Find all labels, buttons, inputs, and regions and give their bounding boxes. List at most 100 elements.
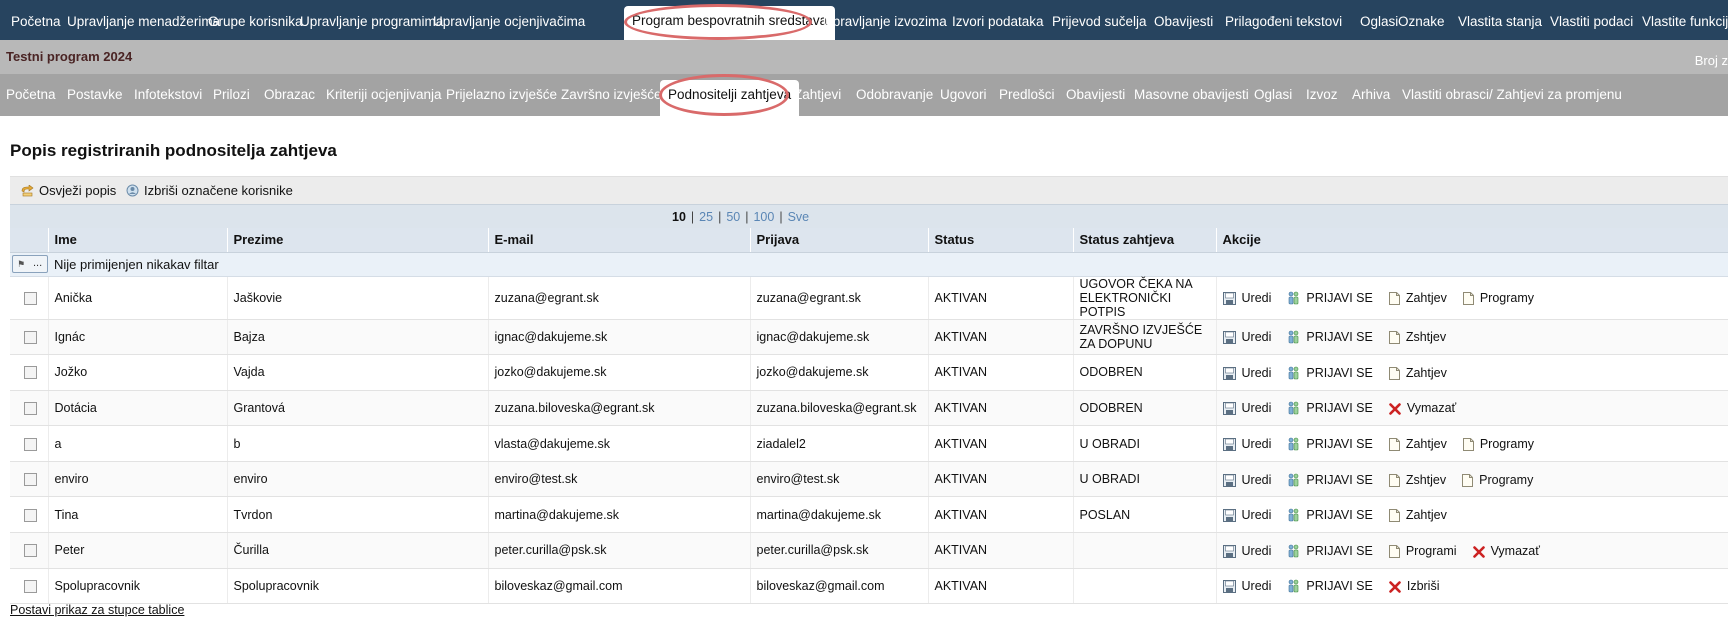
document-action[interactable]: Programi bbox=[1388, 544, 1457, 558]
delete-action[interactable]: Izbriši bbox=[1389, 579, 1440, 593]
edit-action[interactable]: Uredi bbox=[1222, 401, 1271, 416]
table-columns-settings-link[interactable]: Postavi prikaz za stupce tablice bbox=[10, 603, 184, 617]
subnav-arhiva[interactable]: Arhiva bbox=[1346, 82, 1396, 108]
table-row[interactable]: Jožko Vajda jozko@dakujeme.sk jozko@dakujem… bbox=[10, 354, 1728, 391]
column-header-status-zahtjeva[interactable]: Status zahtjeva bbox=[1073, 228, 1217, 253]
subnav-pocetna[interactable]: Početna bbox=[0, 82, 62, 108]
document-action[interactable]: Zahtjev bbox=[1388, 365, 1447, 380]
table-row[interactable]: Anička Jaškovie zuzana@egrant.sk zuzana@egr… bbox=[10, 276, 1728, 320]
edit-action[interactable]: Uredi bbox=[1222, 508, 1271, 523]
row-checkbox[interactable] bbox=[24, 544, 37, 558]
subnav-masovne-obavijesti[interactable]: Masovne obavijesti bbox=[1128, 82, 1255, 108]
table-row[interactable]: Dotácia Grantová zuzana.biloveska@egrant.s… bbox=[10, 390, 1728, 427]
subnav-zavrsno-izvjesce[interactable]: Završno izvješće bbox=[555, 82, 668, 108]
page-size-all[interactable]: Sve bbox=[788, 210, 810, 224]
document-icon bbox=[1388, 366, 1406, 380]
top-nav-program-bespovratnih-sredstava[interactable]: Program bespovratnih sredstava bbox=[624, 6, 836, 40]
subnav-obavijesti[interactable]: Obavijesti bbox=[1060, 82, 1131, 108]
subnav-vlastiti-obrasci[interactable]: Vlastiti obrasci/ Zahtjevi za promjenu bbox=[1396, 82, 1628, 108]
table-row[interactable]: enviro enviro enviro@test.sk enviro@test.sk… bbox=[10, 461, 1728, 498]
row-checkbox[interactable] bbox=[24, 366, 37, 380]
table-row[interactable]: Peter Čurilla peter.curilla@psk.sk peter.cu… bbox=[10, 532, 1728, 569]
page-size-25[interactable]: 25 bbox=[699, 210, 713, 224]
document-icon bbox=[1388, 330, 1406, 345]
login-as-action[interactable]: PRIJAVI SE bbox=[1287, 473, 1373, 487]
login-as-action[interactable]: PRIJAVI SE bbox=[1287, 508, 1373, 522]
edit-action[interactable]: Uredi bbox=[1222, 330, 1271, 345]
top-nav-oznake[interactable]: Oznake bbox=[1390, 8, 1453, 35]
subnav-ugovori[interactable]: Ugovori bbox=[934, 82, 993, 108]
top-nav-upravljanje-izvozima[interactable]: Upravljanje izvozima bbox=[815, 8, 955, 35]
subnav-kriteriji-ocjenjivanja[interactable]: Kriteriji ocjenjivanja bbox=[320, 82, 448, 108]
subnav-izvoz[interactable]: Izvoz bbox=[1300, 82, 1344, 108]
login-as-action[interactable]: PRIJAVI SE bbox=[1287, 579, 1373, 593]
action-label: PRIJAVI SE bbox=[1306, 330, 1373, 345]
document-action[interactable]: Zshtjev bbox=[1388, 330, 1446, 345]
page-size-50[interactable]: 50 bbox=[726, 210, 740, 224]
top-nav-obavijesti[interactable]: Obavijesti bbox=[1146, 8, 1221, 35]
top-nav-vlastiti-podaci[interactable]: Vlastiti podaci bbox=[1542, 8, 1641, 35]
row-checkbox[interactable] bbox=[24, 437, 37, 451]
subnav-odobravanje[interactable]: Odobravanje bbox=[850, 82, 939, 108]
table-row[interactable]: a b vlasta@dakujeme.sk ziadalel2 AKTIVAN U OB… bbox=[10, 425, 1728, 462]
document-action[interactable]: Zahtjev bbox=[1388, 437, 1447, 451]
column-header-ime[interactable]: Ime bbox=[48, 228, 228, 253]
edit-action[interactable]: Uredi bbox=[1222, 544, 1271, 558]
login-as-action[interactable]: PRIJAVI SE bbox=[1287, 291, 1373, 305]
top-nav-upravljanje-ocjenjivacima[interactable]: Upravljanje ocjenjivačima bbox=[425, 8, 593, 35]
edit-action[interactable]: Uredi bbox=[1222, 437, 1271, 451]
table-row[interactable]: Tina Tvrdon martina@dakujeme.sk martina@dak… bbox=[10, 496, 1728, 534]
edit-action[interactable]: Uredi bbox=[1222, 473, 1271, 487]
filter-button[interactable]: ⚑ ... bbox=[12, 255, 48, 273]
document-action[interactable]: Programy bbox=[1462, 437, 1534, 451]
delete-selected-users-button[interactable]: Izbriši označene korisnike bbox=[126, 183, 293, 200]
login-as-action[interactable]: PRIJAVI SE bbox=[1287, 366, 1373, 380]
subnav-prilozi[interactable]: Prilozi bbox=[207, 82, 256, 108]
top-nav-izvori-podataka[interactable]: Izvori podataka bbox=[944, 8, 1052, 35]
column-header-prezime[interactable]: Prezime bbox=[227, 228, 489, 253]
document-action[interactable]: Zahtjev bbox=[1388, 291, 1447, 305]
refresh-list-button[interactable]: Osvježi popis bbox=[20, 183, 116, 200]
document-action[interactable]: Programy bbox=[1462, 473, 1533, 487]
login-as-action[interactable]: PRIJAVI SE bbox=[1287, 437, 1373, 451]
row-checkbox[interactable] bbox=[24, 473, 37, 487]
edit-action[interactable]: Uredi bbox=[1222, 366, 1271, 380]
subnav-obrazac[interactable]: Obrazac bbox=[258, 82, 321, 108]
table-row[interactable]: Spolupracovnik Spolupracovnik biloveskaz@g… bbox=[10, 568, 1728, 605]
top-nav-prijevod-sucelja[interactable]: Prijevod sučelja bbox=[1044, 8, 1155, 35]
row-checkbox[interactable] bbox=[24, 580, 37, 594]
cell-email: martina@dakujeme.sk bbox=[488, 496, 751, 534]
top-nav-vlastita-stanja[interactable]: Vlastita stanja bbox=[1450, 8, 1550, 35]
subnav-predlosci[interactable]: Predlošci bbox=[993, 82, 1061, 108]
delete-action[interactable]: Vymazať bbox=[1472, 544, 1540, 558]
document-action[interactable]: Zahtjev bbox=[1388, 508, 1447, 523]
login-as-action[interactable]: PRIJAVI SE bbox=[1287, 544, 1373, 558]
subnav-postavke[interactable]: Postavke bbox=[61, 82, 129, 108]
column-header-prijava[interactable]: Prijava bbox=[750, 228, 929, 253]
edit-action[interactable]: Uredi bbox=[1222, 291, 1271, 305]
column-header-status[interactable]: Status bbox=[928, 228, 1074, 253]
document-action[interactable]: Zshtjev bbox=[1388, 473, 1446, 487]
action-label: Zahtjev bbox=[1405, 365, 1447, 380]
top-nav-vlastite-funkcije[interactable]: Vlastite funkcije bbox=[1634, 8, 1728, 35]
table-row[interactable]: Ignác Bajza ignac@dakujeme.sk ignac@dakujem… bbox=[10, 319, 1728, 356]
login-as-action[interactable]: PRIJAVI SE bbox=[1287, 330, 1373, 345]
edit-action[interactable]: Uredi bbox=[1222, 579, 1271, 594]
row-checkbox[interactable] bbox=[24, 508, 37, 522]
subnav-prijelazno-izvjesce[interactable]: Prijelazno izvješće bbox=[440, 82, 563, 108]
document-action[interactable]: Programy bbox=[1462, 291, 1534, 305]
program-bar-right-text: Broj z bbox=[1694, 53, 1728, 68]
subnav-podnositelji-zahtjeva[interactable]: Podnositelji zahtjeva bbox=[660, 80, 800, 116]
row-checkbox[interactable] bbox=[24, 330, 37, 344]
row-checkbox[interactable] bbox=[24, 291, 37, 305]
subnav-zahtjevi[interactable]: Zahtjevi bbox=[788, 82, 847, 108]
top-nav-prilagodeni-tekstovi[interactable]: Prilagođeni tekstovi bbox=[1217, 8, 1350, 35]
subnav-oglasi[interactable]: Oglasi bbox=[1248, 82, 1298, 108]
subnav-infotekstovi[interactable]: Infotekstovi bbox=[128, 82, 208, 108]
page-size-100[interactable]: 100 bbox=[753, 210, 774, 224]
login-as-action[interactable]: PRIJAVI SE bbox=[1287, 401, 1373, 415]
page-size-10[interactable]: 10 bbox=[672, 210, 686, 224]
column-header-email[interactable]: E-mail bbox=[488, 228, 751, 253]
row-checkbox[interactable] bbox=[24, 402, 37, 416]
delete-action[interactable]: Vymazať bbox=[1389, 401, 1456, 415]
